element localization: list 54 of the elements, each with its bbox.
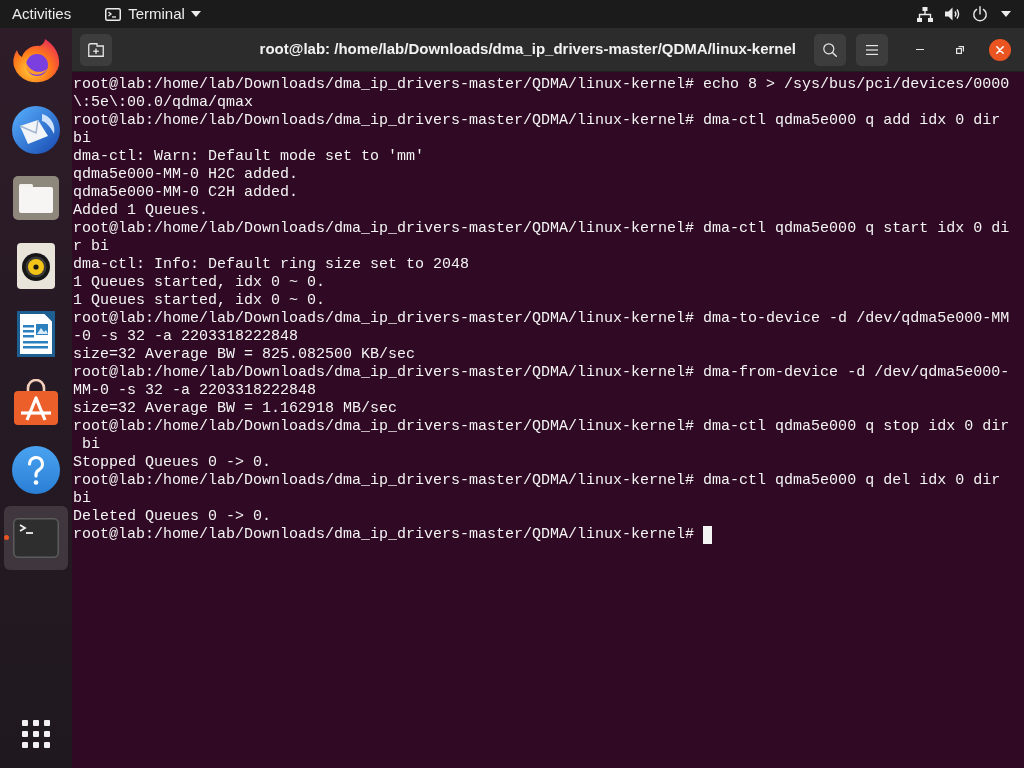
shopping-bag-icon: [14, 379, 58, 425]
folder-icon: [13, 176, 59, 220]
terminal-line: -0 -s 32 -a 2203318222848: [73, 328, 299, 345]
document-icon: [17, 311, 55, 357]
terminal-line: qdma5e000-MM-0 H2C added.: [73, 166, 299, 183]
terminal-line: MM-0 -s 32 -a 2203318222848: [73, 382, 317, 399]
caret-icon: [1001, 11, 1011, 17]
terminal-line: Stopped Queues 0 -> 0.: [73, 454, 272, 471]
grid-icon: [22, 720, 50, 748]
menu-icon: [866, 44, 878, 55]
terminal-line: \:5e\:00.0/qdma/qmax: [73, 94, 254, 111]
terminal-line: size=32 Average BW = 825.082500 KB/sec: [73, 346, 416, 363]
terminal-line: bi: [81, 436, 100, 453]
search-button[interactable]: [814, 33, 846, 66]
terminal-line: size=32 Average BW = 1.162918 MB/sec: [73, 400, 398, 417]
question-mark-icon: [12, 446, 60, 494]
close-button[interactable]: [989, 38, 1011, 61]
volume-icon: [945, 7, 961, 21]
terminal-line: dma-ctl: Info: Default ring size set to 2048: [73, 256, 470, 273]
terminal-line: 1 Queues started, idx 0 ~ 0.: [73, 292, 326, 309]
activities-button[interactable]: Activities: [12, 5, 72, 23]
envelope-globe-icon: [12, 106, 60, 154]
terminal-line: dma-ctl: Warn: Default mode set to 'mm': [73, 148, 425, 165]
minimize-icon: [916, 48, 924, 51]
tab-plus-icon: [88, 42, 104, 57]
caret-icon: [190, 11, 201, 17]
terminal-line: bi: [73, 130, 91, 147]
terminal-line: root@lab:/home/lab/Downloads/dma_ip_drivers-master/QDMA/linux-kernel# dma-to-device -d /dev/qdma5e000-MM: [73, 310, 1010, 327]
terminal-line: root@lab:/home/lab/Downloads/dma_ip_drivers-master/QDMA/linux-kernel# dma-ctl qdma5e000 q start idx 0 di: [73, 220, 1010, 237]
terminal-line: 1 Queues started, idx 0 ~ 0.: [73, 274, 326, 291]
terminal-line: root@lab:/home/lab/Downloads/dma_ip_drivers-master/QDMA/linux-kernel# dma-ctl qdma5e000 q del idx 0 dir: [73, 472, 1001, 489]
terminal-line: qdma5e000-MM-0 C2H added.: [73, 184, 299, 201]
close-icon: [996, 45, 1004, 54]
system-menu-button[interactable]: [917, 6, 1011, 22]
terminal-icon: [105, 7, 122, 21]
terminal-icon: [13, 518, 59, 558]
terminal-line: root@lab:/home/lab/Downloads/dma_ip_drivers-master/QDMA/linux-kernel# echo 8 > /sys/bus/pci/devices/0000: [73, 76, 1010, 93]
terminal-line: Added 1 Queues.: [73, 202, 209, 219]
terminal-line: root@lab:/home/lab/Downloads/dma_ip_drivers-master/QDMA/linux-kernel# dma-ctl qdma5e000 q add idx 0 dir: [73, 112, 1001, 129]
terminal-line: root@lab:/home/lab/Downloads/dma_ip_drivers-master/QDMA/linux-kernel#: [73, 526, 695, 543]
search-icon: [823, 42, 837, 57]
new-tab-button[interactable]: [80, 33, 112, 66]
speaker-icon: [17, 243, 55, 289]
app-menu-button[interactable]: Terminal: [105, 5, 201, 23]
terminal-line: root@lab:/home/lab/Downloads/dma_ip_drivers-master/QDMA/linux-kernel# dma-ctl qdma5e000 q stop idx 0 dir: [73, 418, 1010, 435]
terminal-line: root@lab:/home/lab/Downloads/dma_ip_drivers-master/QDMA/linux-kernel# dma-from-device -d /dev/qdma5e000-: [73, 364, 1010, 381]
terminal-line: Deleted Queues 0 -> 0.: [73, 508, 272, 525]
network-icon: [917, 6, 933, 22]
power-icon: [972, 6, 988, 22]
window-title: root@lab: /home/lab/Downloads/dma_ip_drivers-master/QDMA/linux-kernel: [259, 39, 796, 60]
menu-button[interactable]: [856, 33, 888, 66]
terminal-line: bi: [73, 490, 91, 507]
terminal-line: r bi: [73, 238, 109, 255]
restore-icon: [956, 45, 964, 54]
